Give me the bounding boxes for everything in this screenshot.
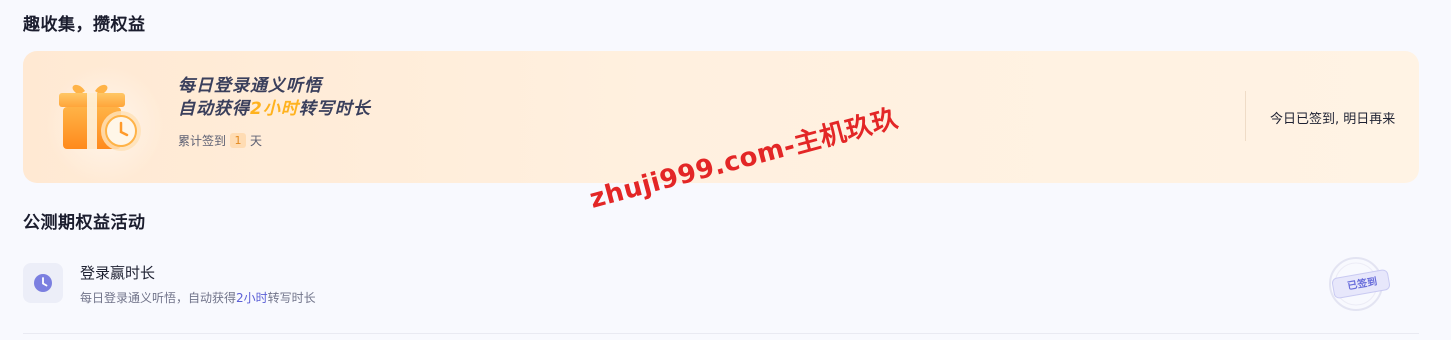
checkin-streak: 累计签到 1 天 [178, 132, 371, 149]
streak-suffix: 天 [250, 134, 263, 148]
headline-prefix: 自动获得 [178, 99, 250, 119]
rewards-section-title: 趣收集，攒权益 [23, 15, 146, 35]
activity-desc-prefix: 每日登录通义听悟，自动获得 [80, 291, 237, 305]
gift-clock-icon [45, 65, 165, 183]
activity-desc-suffix: 转写时长 [267, 291, 316, 305]
checkin-headline-line2: 自动获得2小时转写时长 [178, 98, 371, 121]
activity-description: 每日登录通义听悟，自动获得2小时转写时长 [80, 289, 316, 306]
activity-desc-highlight: 2小时 [236, 291, 268, 305]
checkin-headline-line1: 每日登录通义听悟 [178, 76, 322, 96]
row-divider [23, 333, 1419, 334]
headline-highlight: 2小时 [250, 99, 299, 119]
headline-suffix: 转写时长 [298, 99, 371, 119]
card-divider [1245, 91, 1246, 141]
clock-icon [34, 274, 52, 292]
activity-title: 登录赢时长 [80, 264, 156, 282]
checkin-text: 每日登录通义听悟 自动获得2小时转写时长 累计签到 1 天 [178, 75, 371, 149]
signed-in-stamp: 已签到 [1328, 256, 1394, 312]
activity-row: 登录赢时长 每日登录通义听悟，自动获得2小时转写时长 已签到 [23, 256, 1419, 334]
activities-section-title: 公测期权益活动 [23, 213, 146, 233]
streak-prefix: 累计签到 [178, 134, 227, 148]
activity-icon-box [23, 263, 63, 303]
streak-count-badge: 1 [230, 133, 247, 148]
checkin-status: 今日已签到, 明日再来 [1270, 112, 1396, 127]
